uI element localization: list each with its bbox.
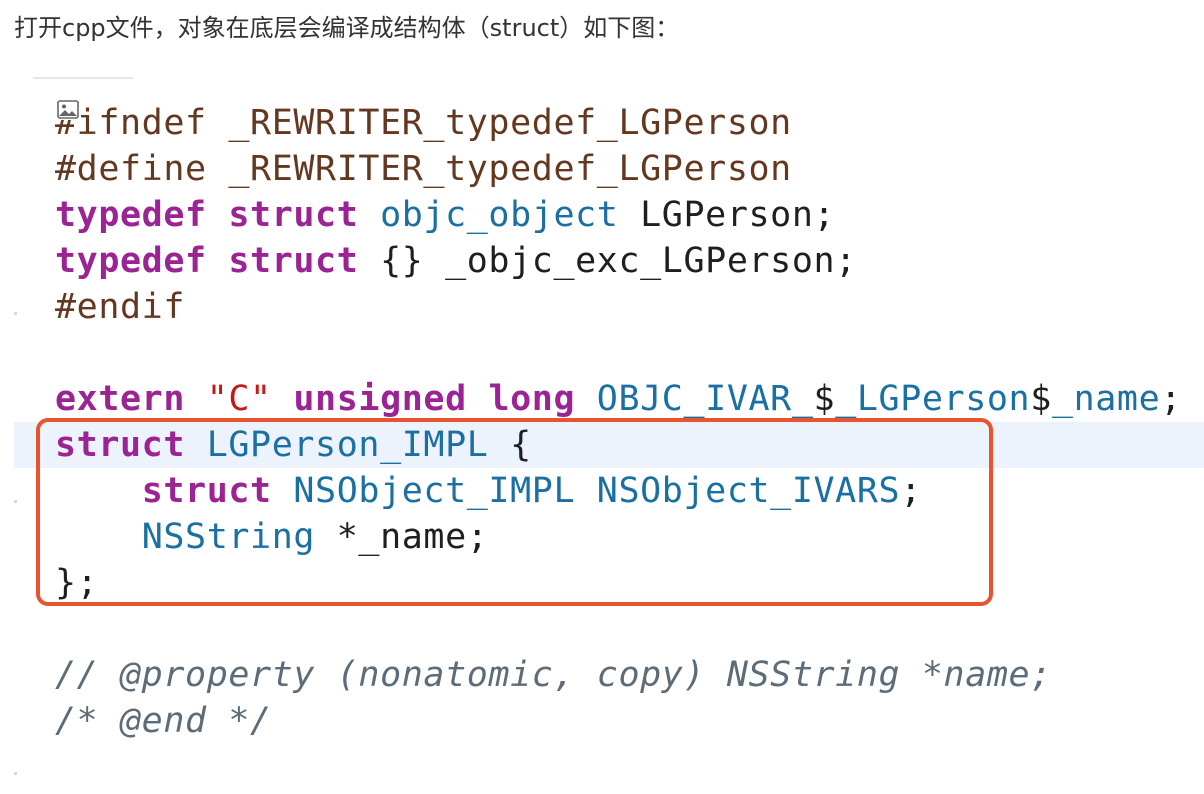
code-line: extern "C" unsigned long OBJC_IVAR_$_LGP…	[55, 376, 1182, 422]
code-token-plain: {} _objc_exc_LGPerson;	[358, 241, 857, 281]
margin-mark	[14, 312, 17, 315]
code-token-kw: typedef	[55, 241, 207, 281]
code-token-plain: $	[1030, 379, 1052, 419]
code-line: #endif	[55, 284, 1182, 330]
divider	[33, 77, 133, 79]
code-token-plain: ;	[1160, 379, 1182, 419]
code-token-pp: #define _REWRITER_typedef_LGPerson	[55, 149, 792, 189]
margin-mark	[14, 500, 17, 503]
code-token-cm: // @property (nonatomic, copy) NSString …	[55, 655, 1052, 695]
code-token-kw: struct	[228, 195, 359, 235]
code-token-kw: typedef	[55, 195, 207, 235]
code-token-pp: #endif	[55, 287, 186, 327]
code-token-plain: LGPerson;	[618, 195, 836, 235]
struct-highlight-box	[36, 418, 993, 606]
code-token-kw: struct	[228, 241, 359, 281]
code-line: #define _REWRITER_typedef_LGPerson	[55, 146, 1182, 192]
code-line: typedef struct {} _objc_exc_LGPerson;	[55, 238, 1182, 284]
code-token-kw: unsigned	[293, 379, 467, 419]
broken-image-icon	[57, 100, 81, 120]
code-token-str: "C"	[206, 379, 272, 419]
code-token-kw: extern	[55, 379, 186, 419]
code-token-cm: /* @end */	[55, 701, 272, 741]
intro-text: 打开cpp文件，对象在底层会编译成结构体（struct）如下图：	[14, 14, 680, 42]
code-line: /* @end */	[55, 698, 1182, 744]
code-token-plain: $	[813, 379, 836, 419]
code-token-kw: long	[488, 379, 576, 419]
code-token-pp: #ifndef _REWRITER_typedef_LGPerson	[55, 103, 792, 143]
code-line: #ifndef _REWRITER_typedef_LGPerson	[55, 100, 1182, 146]
code-token-ty: _name	[1051, 379, 1161, 419]
code-token-ty: objc_object	[380, 195, 619, 235]
margin-mark	[14, 772, 17, 775]
code-line: typedef struct objc_object LGPerson;	[55, 192, 1182, 238]
code-token-ty: OBJC_IVAR_	[596, 379, 814, 419]
code-line: // @property (nonatomic, copy) NSString …	[55, 652, 1182, 698]
code-token-ty: _LGPerson	[835, 379, 1031, 419]
